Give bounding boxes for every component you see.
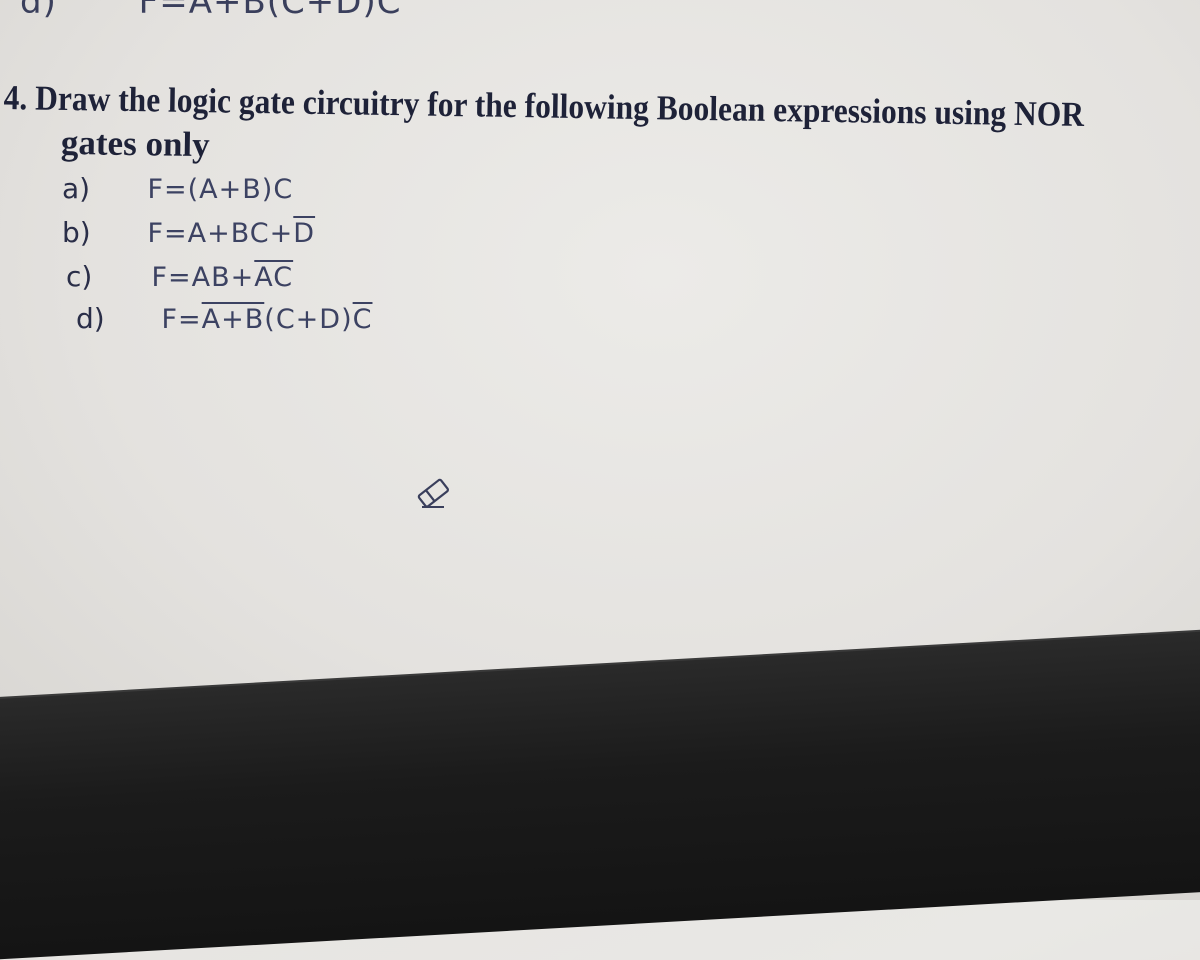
question-4: 4. Draw the logic gate circuitry for the… [3, 76, 1194, 183]
complemented-term: AC [254, 262, 294, 293]
item-expression: F=(A+B)C [148, 174, 294, 205]
item-label: d) [20, 0, 57, 22]
item-label: c) [66, 260, 93, 293]
item-expression: F=AB+AC [152, 262, 294, 293]
item-expression: F=A+BC+D [148, 218, 316, 249]
expression-term: F=(A+B)C [147, 174, 294, 205]
list-item: a) F=(A+B)C [62, 172, 293, 206]
list-item: b) F=A+BC+D [62, 216, 315, 250]
complemented-term: D [293, 218, 316, 249]
question-number: 4. [3, 77, 28, 118]
item-label: a) [62, 172, 91, 205]
expression-term: F= [161, 304, 202, 335]
item-expression: F=A+B(C+D)C [138, 0, 402, 22]
list-item: c) F=AB+AC [66, 260, 293, 294]
complemented-term: C [352, 304, 373, 335]
previous-item-partial: d) F=A+B(C+D)C [20, 0, 401, 22]
complemented-term: A+B [201, 304, 265, 335]
expression-term: F=AB+ [151, 262, 255, 293]
eraser-icon[interactable] [412, 474, 456, 514]
expression-term: (C+D) [264, 304, 353, 335]
expression-term: F=A+BC+ [147, 218, 294, 249]
list-item: d) F=A+B(C+D)C [76, 302, 372, 336]
item-label: d) [76, 302, 105, 335]
item-expression: F=A+B(C+D)C [162, 304, 373, 335]
item-label: b) [62, 216, 91, 249]
